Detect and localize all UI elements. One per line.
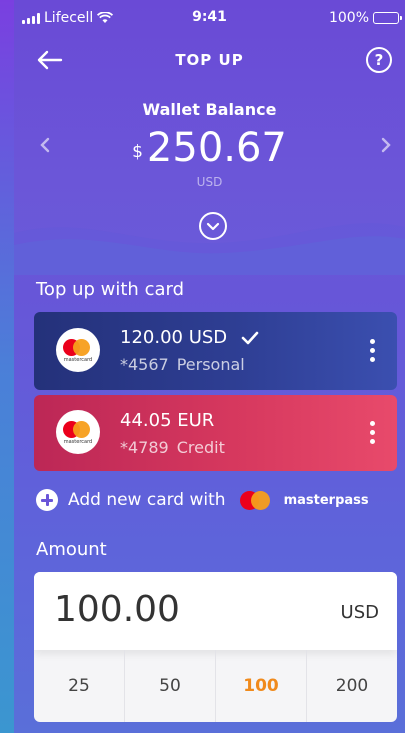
card-amount-row: 44.05 EUR: [120, 410, 214, 431]
battery-group: 100%: [328, 10, 402, 26]
amount-input[interactable]: 100.00 USD: [34, 572, 397, 650]
help-icon[interactable]: ?: [366, 47, 392, 73]
add-card-label: Add new card with: [68, 490, 226, 510]
amount-value[interactable]: 100.00: [54, 589, 180, 630]
battery-icon: [373, 12, 402, 24]
card-item-personal[interactable]: mastercard 120.00 USD *4567 Personal: [34, 312, 397, 390]
masterpass-logo: [239, 490, 270, 510]
preset-200[interactable]: 200: [307, 650, 397, 722]
balance-value: 250.67: [146, 125, 287, 171]
card-name: Credit: [176, 438, 225, 457]
card-amount-row: 120.00 USD: [120, 327, 259, 348]
top-up-screen: Lifecell 9:41 100% TOP UP ? Wallet Balan…: [14, 0, 405, 733]
balance-unit: USD: [196, 175, 223, 189]
more-vertical-icon[interactable]: [369, 339, 375, 365]
background-edge: [0, 0, 14, 733]
card-details: *4789 Credit: [120, 438, 225, 457]
card-number: *4789: [120, 438, 169, 457]
mastercard-icon: mastercard: [56, 328, 100, 372]
preset-50[interactable]: 50: [125, 650, 216, 722]
amount-panel: 100.00 USD 25 50 100 200: [34, 572, 397, 722]
preset-25[interactable]: 25: [34, 650, 125, 722]
card-item-credit[interactable]: mastercard 44.05 EUR *4789 Credit: [34, 395, 397, 471]
card-number: *4567: [120, 355, 169, 374]
checkmark-icon: [241, 331, 259, 344]
currency-symbol: $: [132, 142, 143, 162]
mastercard-icon: mastercard: [56, 410, 100, 454]
amount-currency[interactable]: USD: [341, 602, 379, 623]
status-bar: Lifecell 9:41 100%: [14, 0, 405, 36]
balance-label: Wallet Balance: [142, 100, 277, 119]
add-card-button[interactable]: Add new card with masterpass: [36, 487, 369, 513]
amount-presets: 25 50 100 200: [34, 650, 397, 722]
card-amount: 44.05 EUR: [120, 410, 215, 431]
battery-percent: 100%: [328, 10, 369, 26]
masterpass-label: masterpass: [283, 492, 369, 508]
card-amount: 120.00 USD: [120, 327, 228, 348]
plus-icon: [36, 489, 58, 511]
cards-section-title: Top up with card: [36, 279, 184, 300]
page-title: TOP UP: [175, 51, 244, 69]
expand-chevron-icon[interactable]: [199, 212, 227, 240]
amount-section-title: Amount: [36, 539, 107, 560]
more-vertical-icon[interactable]: [369, 421, 375, 447]
preset-100[interactable]: 100: [216, 650, 307, 722]
card-details: *4567 Personal: [120, 355, 245, 374]
balance-amount: $250.67: [14, 124, 405, 172]
card-name: Personal: [176, 355, 245, 374]
